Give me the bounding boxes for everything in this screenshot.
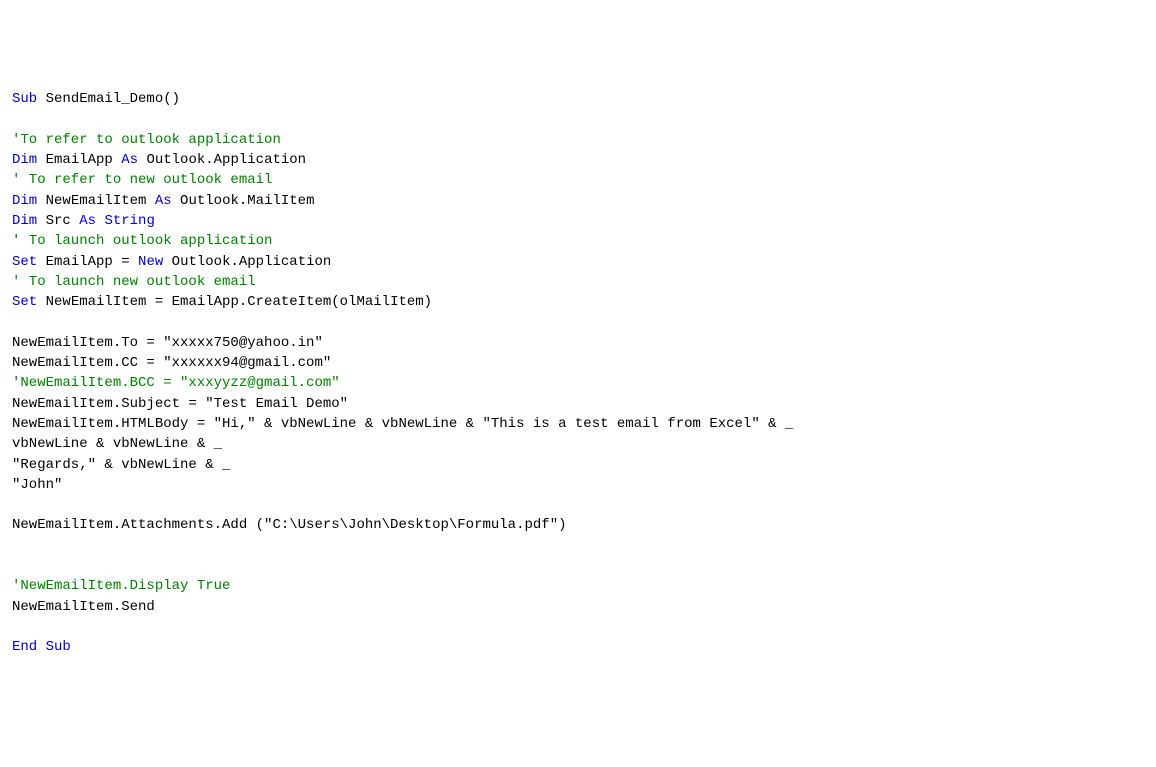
code-text: Outlook.Application (163, 254, 331, 270)
code-line (12, 536, 1144, 556)
code-text: Outlook.Application (138, 152, 306, 168)
code-text: SendEmail_Demo() (37, 91, 180, 107)
code-line: Set EmailApp = New Outlook.Application (12, 252, 1144, 272)
code-line (12, 495, 1144, 515)
code-text: "John" (12, 477, 62, 493)
code-text: NewEmailItem.To = "xxxxx750@yahoo.in" (12, 335, 323, 351)
keyword-text: Set (12, 294, 37, 310)
code-line: "Regards," & vbNewLine & _ (12, 455, 1144, 475)
code-line: Sub SendEmail_Demo() (12, 89, 1144, 109)
code-text: Src (37, 213, 79, 229)
keyword-text: As (121, 152, 138, 168)
comment-text: ' To refer to new outlook email (12, 172, 272, 188)
code-line: NewEmailItem.Send (12, 597, 1144, 617)
code-line: ' To refer to new outlook email (12, 170, 1144, 190)
code-text: NewEmailItem.Subject = "Test Email Demo" (12, 396, 348, 412)
code-line (12, 312, 1144, 332)
code-line: Dim NewEmailItem As Outlook.MailItem (12, 191, 1144, 211)
code-line: NewEmailItem.CC = "xxxxxx94@gmail.com" (12, 353, 1144, 373)
code-text: EmailApp (37, 152, 121, 168)
code-line: 'NewEmailItem.Display True (12, 576, 1144, 596)
keyword-text: Set (12, 254, 37, 270)
code-line: NewEmailItem.HTMLBody = "Hi," & vbNewLin… (12, 414, 1144, 434)
vba-code-block: Sub SendEmail_Demo() 'To refer to outloo… (12, 89, 1144, 657)
code-line: NewEmailItem.Subject = "Test Email Demo" (12, 394, 1144, 414)
code-line: ' To launch new outlook email (12, 272, 1144, 292)
code-line: "John" (12, 475, 1144, 495)
keyword-text: As (155, 193, 172, 209)
code-line (12, 556, 1144, 576)
code-line (12, 617, 1144, 637)
code-text: "Regards," & vbNewLine & _ (12, 457, 230, 473)
comment-text: 'NewEmailItem.Display True (12, 578, 230, 594)
code-line: 'NewEmailItem.BCC = "xxxyyzz@gmail.com" (12, 373, 1144, 393)
code-text: NewEmailItem.Send (12, 599, 155, 615)
keyword-text: New (138, 254, 163, 270)
keyword-text: Sub (12, 91, 37, 107)
code-line: vbNewLine & vbNewLine & _ (12, 434, 1144, 454)
code-line (12, 109, 1144, 129)
keyword-text: Dim (12, 152, 37, 168)
code-line: NewEmailItem.Attachments.Add ("C:\Users\… (12, 515, 1144, 535)
code-line: NewEmailItem.To = "xxxxx750@yahoo.in" (12, 333, 1144, 353)
comment-text: ' To launch outlook application (12, 233, 272, 249)
keyword-text: Dim (12, 213, 37, 229)
comment-text: 'To refer to outlook application (12, 132, 281, 148)
code-line: ' To launch outlook application (12, 231, 1144, 251)
code-text: NewEmailItem = EmailApp.CreateItem(olMai… (37, 294, 432, 310)
code-text: NewEmailItem.HTMLBody = "Hi," & vbNewLin… (12, 416, 793, 432)
code-line: 'To refer to outlook application (12, 130, 1144, 150)
code-text: NewEmailItem (37, 193, 155, 209)
keyword-text: As String (79, 213, 155, 229)
code-text: EmailApp = (37, 254, 138, 270)
code-line: Dim Src As String (12, 211, 1144, 231)
code-line: End Sub (12, 637, 1144, 657)
code-text: vbNewLine & vbNewLine & _ (12, 436, 222, 452)
code-line: Set NewEmailItem = EmailApp.CreateItem(o… (12, 292, 1144, 312)
comment-text: ' To launch new outlook email (12, 274, 256, 290)
keyword-text: End Sub (12, 639, 71, 655)
code-text: NewEmailItem.CC = "xxxxxx94@gmail.com" (12, 355, 331, 371)
keyword-text: Dim (12, 193, 37, 209)
comment-text: 'NewEmailItem.BCC = "xxxyyzz@gmail.com" (12, 375, 340, 391)
code-line: Dim EmailApp As Outlook.Application (12, 150, 1144, 170)
code-text: Outlook.MailItem (172, 193, 315, 209)
code-text: NewEmailItem.Attachments.Add ("C:\Users\… (12, 517, 567, 533)
